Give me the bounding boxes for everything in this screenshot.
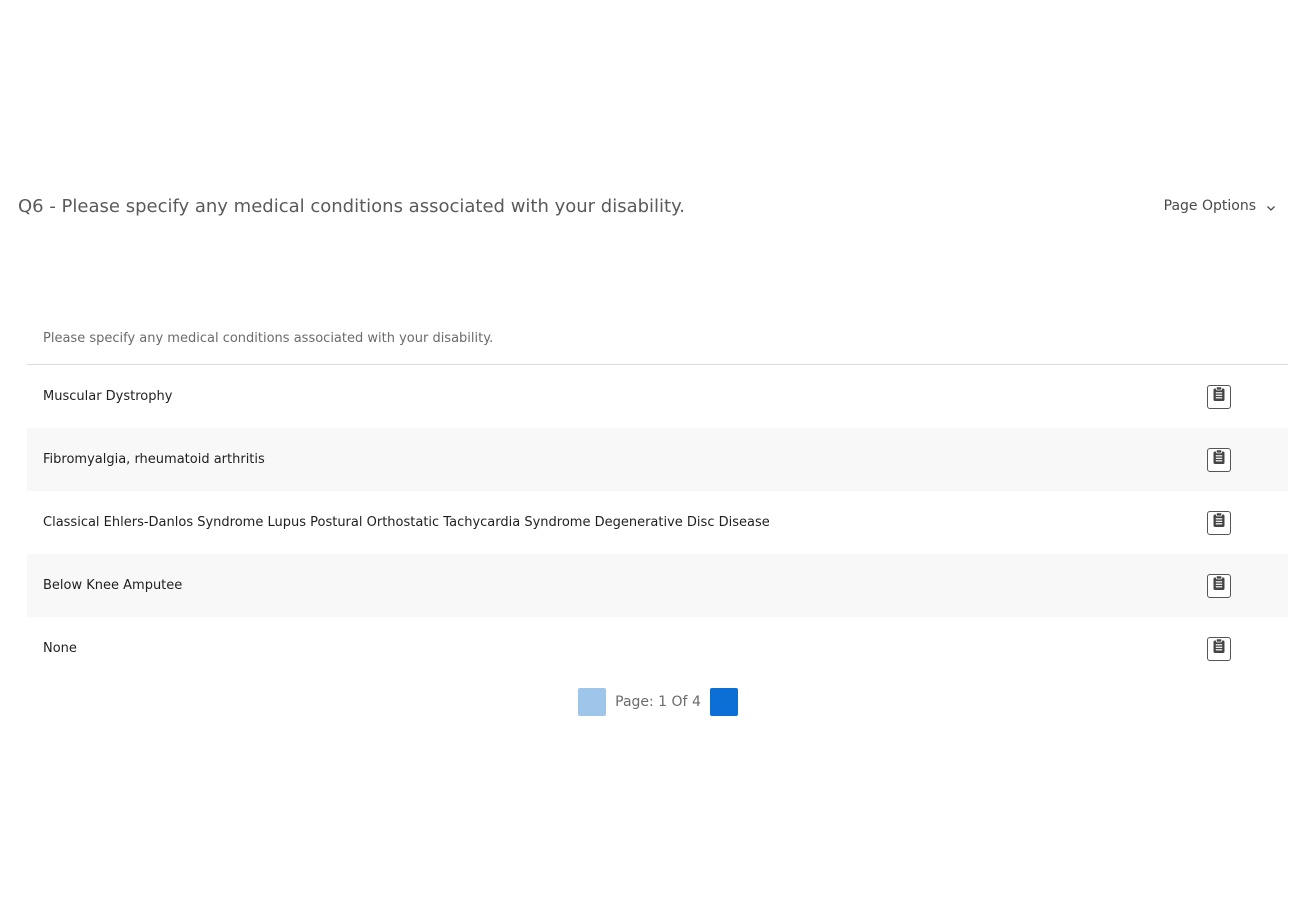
table-row: Fibromyalgia, rheumatoid arthritis	[27, 428, 1288, 491]
response-text: Fibromyalgia, rheumatoid arthritis	[43, 452, 265, 467]
response-text: Classical Ehlers-Danlos Syndrome Lupus P…	[43, 515, 770, 530]
next-page-button[interactable]	[709, 688, 738, 716]
response-text: None	[43, 641, 77, 656]
page-indicator: Page: 1 Of 4	[615, 694, 701, 710]
table-row: Below Knee Amputee	[27, 554, 1288, 617]
clipboard-icon	[1212, 386, 1226, 407]
survey-results-page: Q6 - Please specify any medical conditio…	[0, 0, 1300, 900]
question-title: Q6 - Please specify any medical conditio…	[18, 195, 685, 217]
table-column-header: Please specify any medical conditions as…	[27, 313, 1288, 365]
clipboard-button[interactable]	[1207, 636, 1231, 661]
page-options-label: Page Options	[1163, 198, 1256, 214]
clipboard-button[interactable]	[1207, 510, 1231, 535]
table-row: Classical Ehlers-Danlos Syndrome Lupus P…	[27, 491, 1288, 554]
clipboard-icon	[1212, 638, 1226, 659]
response-text: Muscular Dystrophy	[43, 389, 173, 404]
clipboard-icon	[1212, 512, 1226, 533]
responses-table: Please specify any medical conditions as…	[27, 313, 1288, 680]
page-options-dropdown[interactable]: Page Options	[1164, 198, 1278, 214]
clipboard-icon	[1212, 449, 1226, 470]
previous-page-button[interactable]	[578, 688, 607, 716]
table-row: Muscular Dystrophy	[27, 365, 1288, 428]
clipboard-button[interactable]	[1207, 573, 1231, 598]
question-header: Q6 - Please specify any medical conditio…	[18, 193, 1278, 219]
clipboard-button[interactable]	[1207, 384, 1231, 409]
chevron-down-icon	[1266, 201, 1276, 211]
clipboard-icon	[1212, 575, 1226, 596]
table-row: None	[27, 617, 1288, 680]
response-text: Below Knee Amputee	[43, 578, 183, 593]
pagination: Page: 1 Of 4	[0, 688, 1300, 716]
clipboard-button[interactable]	[1207, 447, 1231, 472]
